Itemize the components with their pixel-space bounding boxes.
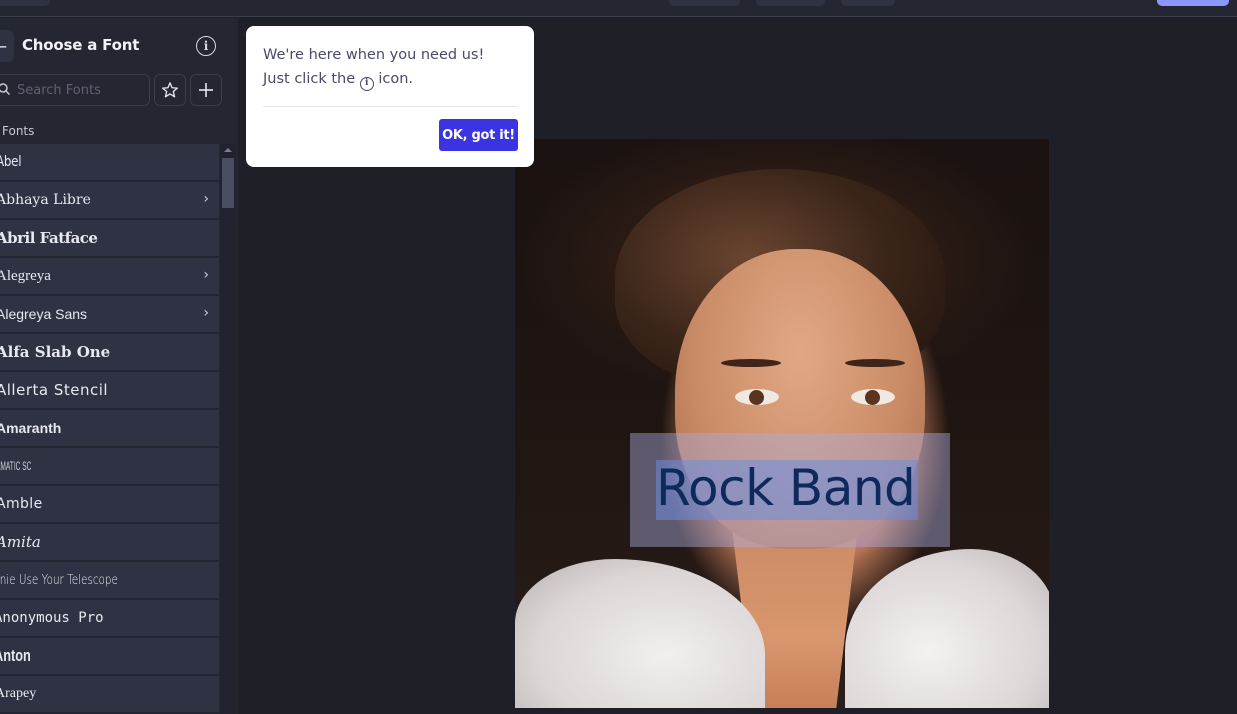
font-list-item[interactable]: Amaranth: [0, 410, 219, 446]
font-list-item[interactable]: AMATIC SC: [0, 448, 219, 484]
font-name: Amita: [0, 533, 41, 551]
font-search-box: [0, 74, 150, 106]
toolbar-button[interactable]: [0, 0, 50, 6]
chevron-right-icon[interactable]: ›: [203, 305, 209, 321]
font-search-input[interactable]: [17, 75, 145, 105]
font-name: Anonymous Pro: [0, 610, 104, 626]
minus-icon: −: [0, 36, 8, 56]
toolbar-button[interactable]: [669, 0, 740, 6]
font-name: Amaranth: [0, 420, 62, 436]
plus-icon: [199, 83, 213, 97]
toolbar-button[interactable]: [841, 0, 895, 6]
font-list-item[interactable]: Arapey: [0, 676, 219, 712]
font-name: Alegreya Sans: [0, 306, 88, 322]
favorites-button[interactable]: [154, 74, 186, 106]
help-tooltip-popup: We're here when you need us! Just click …: [246, 26, 534, 167]
popup-divider: [263, 106, 518, 107]
image-eye: [735, 389, 779, 405]
font-list-item[interactable]: Amita: [0, 524, 219, 560]
scrollbar-thumb[interactable]: [222, 158, 234, 208]
image-brow: [721, 359, 781, 367]
popup-message: We're here when you need us! Just click …: [263, 43, 523, 91]
image-coat-right: [845, 549, 1049, 708]
font-name: Abril Fatface: [0, 229, 98, 247]
font-name: Allerta Stencil: [0, 381, 109, 399]
toolbar-button[interactable]: [756, 0, 825, 6]
font-list-item[interactable]: Anonymous Pro: [0, 600, 219, 636]
font-list: Abel Abhaya Libre › Abril Fatface Alegre…: [0, 144, 219, 714]
font-list-item[interactable]: Abhaya Libre ›: [0, 182, 219, 218]
font-list-item[interactable]: Alfa Slab One: [0, 334, 219, 370]
image-coat-left: [515, 559, 765, 708]
font-name: Abhaya Libre: [0, 192, 91, 208]
info-icon: i: [203, 39, 209, 53]
font-name: Amble: [0, 496, 43, 512]
font-list-scrollbar[interactable]: [220, 144, 236, 714]
font-list-item[interactable]: Alegreya Sans ›: [0, 296, 219, 332]
info-button[interactable]: i: [196, 36, 216, 56]
add-font-button[interactable]: [190, 74, 222, 106]
image-eye: [851, 389, 895, 405]
font-list-item[interactable]: Amble: [0, 486, 219, 522]
panel-title: Choose a Font: [22, 36, 140, 54]
chevron-right-icon[interactable]: ›: [203, 267, 209, 283]
scroll-up-arrow-icon[interactable]: [224, 148, 232, 152]
back-button[interactable]: −: [0, 30, 14, 62]
fonts-section-label: Fonts: [2, 124, 35, 138]
sidebar-header: − Choose a Font i: [0, 30, 238, 62]
popup-line-2-prefix: Just click the: [263, 71, 356, 87]
image-brow: [845, 359, 905, 367]
font-name: Annie Use Your Telescope: [0, 572, 118, 588]
search-icon: [0, 83, 10, 95]
font-name: AMATIC SC: [0, 459, 32, 473]
popup-line-2-suffix: icon.: [378, 71, 414, 87]
font-list-item[interactable]: Abril Fatface: [0, 220, 219, 256]
font-name: Anton: [0, 646, 31, 665]
font-name: Alfa Slab One: [0, 343, 111, 361]
font-sidebar: − Choose a Font i Fonts Abel Abhaya Libr…: [0, 18, 238, 714]
star-icon: [161, 82, 179, 98]
popup-line-1: We're here when you need us!: [263, 47, 485, 63]
chevron-right-icon[interactable]: ›: [203, 191, 209, 207]
font-list-item[interactable]: Alegreya ›: [0, 258, 219, 294]
canvas-image[interactable]: [515, 139, 1049, 708]
primary-toolbar-button[interactable]: [1157, 0, 1229, 6]
font-list-item[interactable]: Allerta Stencil: [0, 372, 219, 408]
font-name: Arapey: [0, 686, 37, 701]
info-icon: i: [359, 77, 374, 91]
text-layer-content[interactable]: Rock Band: [656, 455, 926, 521]
font-name: Alegreya: [0, 267, 51, 284]
font-name: Abel: [0, 154, 22, 170]
font-list-item[interactable]: Abel: [0, 144, 219, 180]
top-toolbar: [0, 0, 1237, 17]
ok-got-it-button[interactable]: OK, got it!: [439, 119, 518, 151]
font-list-item[interactable]: Annie Use Your Telescope: [0, 562, 219, 598]
font-list-item[interactable]: Anton: [0, 638, 219, 674]
